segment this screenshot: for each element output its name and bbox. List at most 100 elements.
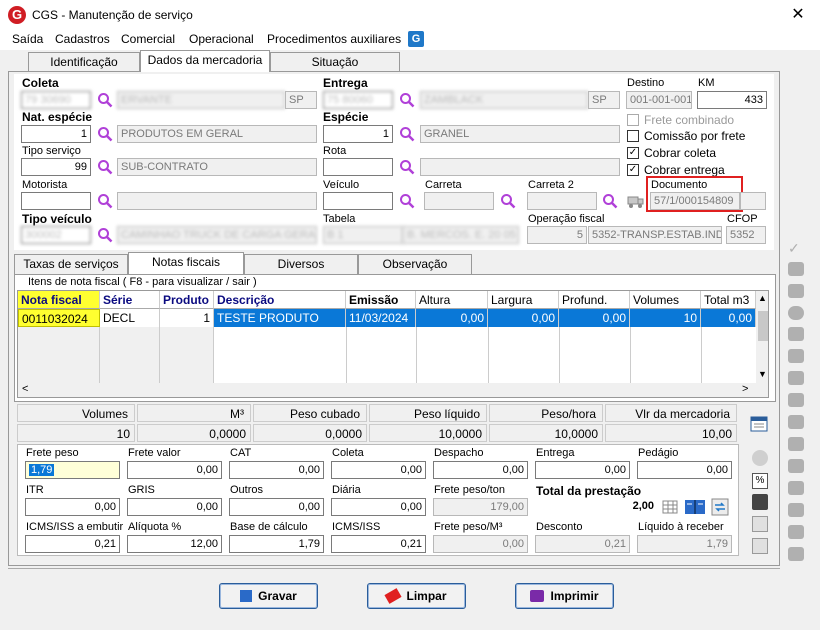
gris-input[interactable]: 0,00	[127, 498, 222, 516]
menu-comercial[interactable]: Comercial	[121, 32, 175, 46]
truck-side-icon[interactable]	[788, 393, 804, 407]
ciot-icon[interactable]	[788, 284, 804, 298]
col-emissao[interactable]: Emissão	[346, 291, 416, 309]
menu-operacional[interactable]: Operacional	[189, 32, 254, 46]
frete-combinado-checkbox[interactable]	[627, 114, 639, 126]
especie-search-icon[interactable]	[399, 126, 415, 142]
itr-input[interactable]: 0,00	[25, 498, 120, 516]
check-icon[interactable]: ✓	[788, 240, 804, 256]
cobrar-coleta-checkbox[interactable]: ✓	[627, 147, 639, 159]
entrega-search-icon[interactable]	[399, 92, 415, 108]
menu-saida[interactable]: Saída	[12, 32, 43, 46]
coleta-fee-input[interactable]: 0,00	[331, 461, 426, 479]
tipo-servico-search-icon[interactable]	[97, 159, 113, 175]
horizontal-scrollbar[interactable]	[18, 383, 768, 397]
icms-embutir-input[interactable]: 0,21	[25, 535, 120, 553]
col-nota-fiscal[interactable]: Nota fiscal	[18, 291, 100, 309]
chat-icon[interactable]	[752, 516, 768, 532]
motorista-code-input[interactable]	[21, 192, 91, 210]
imprimir-button[interactable]: Imprimir	[515, 583, 614, 609]
entrega-code-input[interactable]: 75 80060	[323, 91, 393, 109]
shape-icon[interactable]	[788, 327, 804, 341]
close-icon[interactable]: ✕	[786, 4, 810, 26]
box-icon[interactable]	[788, 415, 804, 429]
coleta-code-input[interactable]: 79 30690	[21, 91, 91, 109]
col-volumes[interactable]: Volumes	[630, 291, 701, 309]
truck-icon[interactable]	[627, 193, 645, 209]
tab-observacao[interactable]: Observação	[358, 254, 472, 274]
cell-total-m3[interactable]: 0,00	[701, 309, 756, 327]
entrega-fee-input[interactable]: 0,00	[535, 461, 630, 479]
scroll-right-icon[interactable]: >	[742, 383, 748, 395]
tab-dados-mercadoria[interactable]: Dados da mercadoria	[140, 50, 270, 72]
frete-valor-input[interactable]: 0,00	[127, 461, 222, 479]
scroll-down-icon[interactable]: ▼	[758, 369, 767, 379]
col-largura[interactable]: Largura	[488, 291, 559, 309]
cell-nota-fiscal[interactable]: 0011032024	[18, 309, 100, 327]
especie-code-input[interactable]: 1	[323, 125, 393, 143]
cell-serie[interactable]: DECL	[100, 309, 160, 327]
col-produto[interactable]: Produto	[160, 291, 214, 309]
col-total-m3[interactable]: Total m3	[701, 291, 756, 309]
veiculo-input[interactable]	[323, 192, 393, 210]
cell-produto[interactable]: 1	[160, 309, 214, 327]
col-serie[interactable]: Série	[100, 291, 160, 309]
outros-input[interactable]: 0,00	[229, 498, 324, 516]
tab-taxas-servicos[interactable]: Taxas de serviços	[14, 254, 128, 274]
device-icon[interactable]	[752, 538, 768, 554]
calc-small-icon[interactable]	[752, 494, 768, 510]
motorista-search-icon[interactable]	[97, 193, 113, 209]
cart-icon[interactable]	[788, 437, 804, 451]
scroll-thumb[interactable]	[758, 311, 768, 341]
tab-situacao[interactable]: Situação	[270, 52, 400, 72]
icms-iss-input[interactable]: 0,21	[331, 535, 426, 553]
tab-diversos[interactable]: Diversos	[244, 254, 358, 274]
cell-profund[interactable]: 0,00	[559, 309, 630, 327]
percent-icon[interactable]: %	[752, 473, 768, 489]
virus-icon[interactable]	[788, 262, 804, 276]
copy-icon[interactable]	[788, 371, 804, 385]
arrow-doc-icon[interactable]	[788, 349, 804, 363]
menu-cadastros[interactable]: Cadastros	[55, 32, 110, 46]
carreta-search-icon[interactable]	[500, 193, 516, 209]
cell-volumes[interactable]: 10	[630, 309, 701, 327]
carreta2-search-icon[interactable]	[602, 193, 618, 209]
menu-procedimentos[interactable]: Procedimentos auxiliares	[267, 32, 401, 46]
cobrar-entrega-checkbox[interactable]: ✓	[627, 164, 639, 176]
cell-largura[interactable]: 0,00	[488, 309, 559, 327]
pedagio-input[interactable]: 0,00	[637, 461, 732, 479]
col-altura[interactable]: Altura	[416, 291, 488, 309]
bookmark-icon[interactable]	[788, 525, 804, 539]
col-profund[interactable]: Profund.	[559, 291, 630, 309]
gravar-button[interactable]: Gravar	[219, 583, 318, 609]
cat-input[interactable]: 0,00	[229, 461, 324, 479]
tab-notas-fiscais[interactable]: Notas fiscais	[128, 252, 244, 274]
leaf-icon[interactable]	[788, 481, 804, 495]
gear-icon[interactable]	[752, 450, 768, 466]
transfer-icon[interactable]	[711, 498, 729, 516]
tool-icon[interactable]	[788, 503, 804, 517]
limpar-button[interactable]: Limpar	[367, 583, 466, 609]
rota-code-input[interactable]	[323, 158, 393, 176]
scroll-left-icon[interactable]: <	[22, 383, 28, 395]
book-icon[interactable]	[684, 498, 706, 516]
bug-icon[interactable]	[788, 547, 804, 561]
tab-identificacao[interactable]: Identificação	[28, 52, 140, 72]
base-calculo-input[interactable]: 1,79	[229, 535, 324, 553]
km-input[interactable]: 433	[697, 91, 767, 109]
g-logo-icon[interactable]: G	[408, 31, 424, 47]
comissao-frete-checkbox[interactable]	[627, 130, 639, 142]
tipo-veiculo-code-input[interactable]: 300002	[21, 226, 91, 244]
despacho-input[interactable]: 0,00	[433, 461, 528, 479]
frete-peso-input[interactable]: 1,79	[25, 461, 120, 479]
coleta-search-icon[interactable]	[97, 92, 113, 108]
veiculo-search-icon[interactable]	[399, 193, 415, 209]
tipo-veiculo-search-icon[interactable]	[97, 227, 113, 243]
calculator-icon[interactable]	[750, 416, 768, 432]
cell-descricao[interactable]: TESTE PRODUTO	[214, 309, 346, 327]
diaria-input[interactable]: 0,00	[331, 498, 426, 516]
aliquota-input[interactable]: 12,00	[127, 535, 222, 553]
nat-especie-code-input[interactable]: 1	[21, 125, 91, 143]
gear-grey-icon[interactable]	[788, 459, 804, 473]
nat-especie-search-icon[interactable]	[97, 126, 113, 142]
